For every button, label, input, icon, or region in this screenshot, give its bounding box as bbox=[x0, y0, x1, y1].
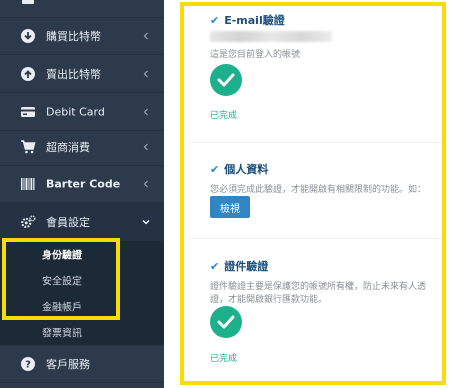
sidebar-item-label: 超商消費 bbox=[46, 140, 90, 154]
sidebar-item-label: 賣出比特幣 bbox=[46, 67, 101, 81]
sidebar-item-label: Debit Card bbox=[46, 105, 105, 118]
chevron-left-icon bbox=[143, 108, 148, 115]
personal-info-desc: 您必須完成此驗證，才能開啟有相關限制的功能。如： bbox=[210, 185, 427, 195]
document-status: 已完成 bbox=[210, 354, 238, 364]
sidebar-item-label: 客戶服務 bbox=[46, 358, 90, 371]
sidebar-item-convenience-store[interactable]: 超商消費 bbox=[0, 128, 164, 166]
document-verification-desc-line2: 證，才能開啟銀行匯款功能。 bbox=[210, 295, 328, 305]
chevron-left-icon bbox=[143, 143, 148, 150]
email-verification-desc: 這是您目前登入的帳號 bbox=[210, 50, 301, 60]
submenu-item-invoice-info[interactable]: 發票資訊 bbox=[0, 319, 164, 345]
sidebar: 購買比特幣 賣出比特幣 Debit Card 超商消費 Barter Code bbox=[0, 0, 164, 388]
sidebar-item-label: Barter Code bbox=[46, 177, 121, 190]
email-verification-title: ✔ E-mail驗證 bbox=[210, 14, 285, 27]
credit-card-icon bbox=[20, 104, 36, 120]
sidebar-item-debit-card[interactable]: Debit Card bbox=[0, 93, 164, 131]
chevron-left-icon bbox=[143, 180, 148, 187]
sidebar-item-sell-bitcoin[interactable]: 賣出比特幣 bbox=[0, 55, 164, 93]
check-circle-icon bbox=[210, 306, 242, 338]
email-address-redacted bbox=[210, 31, 332, 42]
wallet-icon bbox=[20, 0, 36, 7]
email-status: 已完成 bbox=[210, 111, 238, 121]
barcode-icon bbox=[20, 176, 36, 192]
svg-text:?: ? bbox=[25, 360, 31, 371]
sidebar-item-label: 會員設定 bbox=[46, 215, 90, 229]
personal-info-title: ✔ 個人資料 bbox=[210, 163, 269, 176]
gears-icon bbox=[20, 214, 36, 230]
chevron-left-icon bbox=[143, 32, 148, 39]
check-circle-icon bbox=[210, 64, 242, 96]
help-circle-icon: ? bbox=[20, 356, 36, 372]
sidebar-item-barter-code[interactable]: Barter Code bbox=[0, 165, 164, 203]
check-mark-icon: ✔ bbox=[210, 163, 220, 176]
check-mark-icon: ✔ bbox=[210, 260, 220, 273]
divider bbox=[190, 142, 446, 143]
check-mark-icon: ✔ bbox=[210, 14, 220, 27]
sidebar-item-customer-service[interactable]: ? 客戶服務 bbox=[0, 345, 164, 383]
divider bbox=[190, 238, 446, 239]
download-circle-icon bbox=[20, 28, 36, 44]
shopping-cart-icon bbox=[20, 139, 36, 155]
document-verification-title: ✔ 證件驗證 bbox=[210, 260, 269, 273]
sidebar-item-member-settings[interactable]: 會員設定 bbox=[0, 203, 164, 241]
submenu-item-label: 發票資訊 bbox=[42, 328, 82, 340]
upload-circle-icon bbox=[20, 66, 36, 82]
sidebar-item-buy-bitcoin[interactable]: 購買比特幣 bbox=[0, 17, 164, 55]
chevron-down-icon bbox=[142, 219, 150, 224]
view-button[interactable]: 檢視 bbox=[210, 196, 250, 218]
chevron-left-icon bbox=[143, 70, 148, 77]
document-verification-desc-line1: 證件驗證主要是保護您的帳號所有權，防止未來有人透 bbox=[210, 282, 427, 292]
sidebar-item-label: 購買比特幣 bbox=[46, 29, 101, 43]
sidebar-item-partial[interactable] bbox=[0, 0, 164, 18]
highlight-box-submenu bbox=[2, 238, 120, 320]
